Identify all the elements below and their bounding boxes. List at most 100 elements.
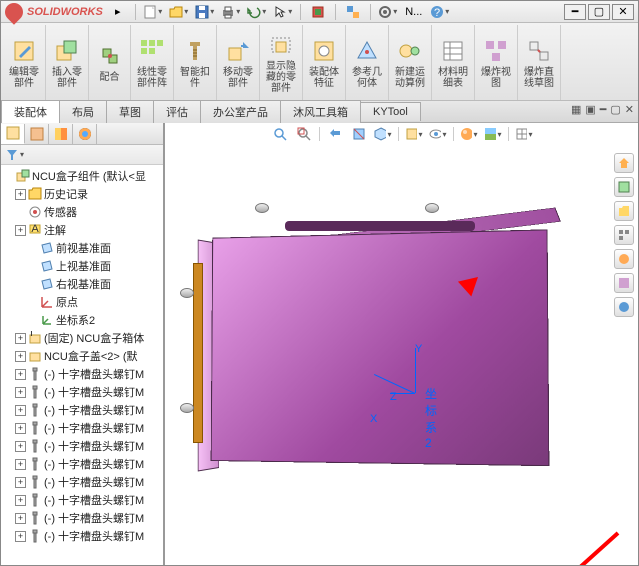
filter-funnel-icon[interactable] — [5, 148, 19, 162]
select-icon[interactable]: ▾ — [272, 3, 294, 21]
fp-tab-config[interactable] — [49, 124, 73, 144]
tab-sketch[interactable]: 草图 — [106, 100, 154, 123]
help-icon[interactable]: ?▾ — [429, 3, 451, 21]
rail-library-icon[interactable] — [614, 177, 634, 197]
tab-mufeng[interactable]: 沐风工具箱 — [280, 100, 361, 123]
doc-minimize-icon[interactable]: ━ — [600, 103, 607, 116]
ribbon-mate[interactable]: 配合 — [89, 25, 131, 100]
expand-icon[interactable]: + — [15, 387, 26, 398]
prev-view-icon[interactable] — [326, 125, 344, 143]
rail-custom-icon[interactable] — [614, 273, 634, 293]
zoom-area-icon[interactable] — [295, 125, 313, 143]
tree-item[interactable]: 传感器 — [1, 203, 163, 221]
section-view-icon[interactable] — [350, 125, 368, 143]
expand-icon[interactable]: + — [15, 405, 26, 416]
expand-icon[interactable]: + — [15, 477, 26, 488]
ribbon-bom[interactable]: 材料明细表 — [432, 25, 475, 100]
expand-icon[interactable]: + — [15, 513, 26, 524]
expand-icon[interactable]: + — [15, 459, 26, 470]
doc-view1-icon[interactable]: ▦ — [571, 103, 581, 116]
ribbon-linear-pattern[interactable]: 线性零部件阵 — [131, 25, 174, 100]
rail-custom2-icon[interactable] — [614, 297, 634, 317]
expand-icon[interactable]: + — [15, 495, 26, 506]
new-file-icon[interactable]: ▾ — [142, 3, 164, 21]
tree-item[interactable]: +(-) 十字槽盘头螺钉M — [1, 437, 163, 455]
settings-icon[interactable]: ▾ — [377, 3, 399, 21]
tree-item[interactable]: +f(固定) NCU盒子箱体 — [1, 329, 163, 347]
tree-item[interactable]: +(-) 十字槽盘头螺钉M — [1, 491, 163, 509]
doc-view2-icon[interactable]: ▣ — [585, 103, 595, 116]
view-settings-icon[interactable]: ▾ — [515, 125, 533, 143]
fp-tab-feature-tree[interactable] — [1, 124, 25, 144]
rail-view-palette-icon[interactable] — [614, 225, 634, 245]
undo-icon[interactable]: ▾ — [246, 3, 268, 21]
tab-office[interactable]: 办公室产品 — [200, 100, 281, 123]
tree-root[interactable]: NCU盒子组件 (默认<显 — [1, 167, 163, 185]
tree-item[interactable]: +(-) 十字槽盘头螺钉M — [1, 455, 163, 473]
display-style-icon[interactable]: ▾ — [405, 125, 423, 143]
tab-layout[interactable]: 布局 — [59, 100, 107, 123]
expand-icon[interactable]: + — [15, 531, 26, 542]
maximize-button[interactable]: ▢ — [588, 4, 610, 20]
ribbon-ref-geometry[interactable]: 参考几何体 — [346, 25, 389, 100]
ribbon-insert-part[interactable]: 插入零部件 — [46, 25, 89, 100]
ribbon-edit-part[interactable]: 编辑零部件 — [3, 25, 46, 100]
ribbon-new-motion[interactable]: 新建运动算例 — [389, 25, 432, 100]
save-icon[interactable]: ▾ — [194, 3, 216, 21]
fp-tab-appearance[interactable] — [73, 124, 97, 144]
rail-home-icon[interactable] — [614, 153, 634, 173]
tree-item[interactable]: +A注解 — [1, 221, 163, 239]
menu-new-text[interactable]: N... — [403, 3, 425, 21]
expand-icon[interactable]: + — [15, 189, 26, 200]
fp-tab-property[interactable] — [25, 124, 49, 144]
expand-icon[interactable]: + — [15, 351, 26, 362]
print-icon[interactable]: ▾ — [220, 3, 242, 21]
ribbon-smart-fastener[interactable]: 智能扣件 — [174, 25, 217, 100]
doc-close-icon[interactable]: ✕ — [625, 103, 634, 116]
ribbon-move-part[interactable]: 移动零部件 — [217, 25, 260, 100]
ribbon-assembly-feature[interactable]: 装配体特征 — [303, 25, 346, 100]
tree-item[interactable]: 右视基准面 — [1, 275, 163, 293]
tab-kytool[interactable]: KYTool — [360, 102, 421, 121]
tree-item[interactable]: 坐标系2 — [1, 311, 163, 329]
rail-explorer-icon[interactable] — [614, 201, 634, 221]
expand-icon[interactable]: + — [15, 423, 26, 434]
ribbon-show-hidden[interactable]: 显示隐藏的零部件 — [260, 25, 303, 100]
expand-icon[interactable]: + — [15, 369, 26, 380]
rebuild-icon[interactable] — [307, 3, 329, 21]
rail-appearance-icon[interactable] — [614, 249, 634, 269]
tree-item[interactable]: +NCU盒子盖<2> (默 — [1, 347, 163, 365]
tree-item[interactable]: +(-) 十字槽盘头螺钉M — [1, 473, 163, 491]
tree-item[interactable]: +(-) 十字槽盘头螺钉M — [1, 383, 163, 401]
hide-show-icon[interactable]: ▾ — [429, 125, 447, 143]
feature-tree[interactable]: NCU盒子组件 (默认<显 +历史记录传感器+A注解前视基准面上视基准面右视基准… — [1, 165, 163, 565]
tab-evaluate[interactable]: 评估 — [153, 100, 201, 123]
tree-item[interactable]: +(-) 十字槽盘头螺钉M — [1, 401, 163, 419]
view-orient-icon[interactable]: ▾ — [374, 125, 392, 143]
minimize-button[interactable]: ━ — [564, 4, 586, 20]
tree-item[interactable]: +(-) 十字槽盘头螺钉M — [1, 527, 163, 545]
tree-item[interactable]: +(-) 十字槽盘头螺钉M — [1, 509, 163, 527]
expand-icon[interactable]: + — [15, 333, 26, 344]
menubar-dropdown-icon[interactable]: ▸ — [107, 3, 129, 21]
expand-icon[interactable]: + — [15, 441, 26, 452]
appearance-icon[interactable]: ▾ — [460, 125, 478, 143]
close-button[interactable]: ✕ — [612, 4, 634, 20]
ribbon-exploded-line[interactable]: 爆炸直线草图 — [518, 25, 561, 100]
ribbon-exploded-view[interactable]: 爆炸视图 — [475, 25, 518, 100]
expand-icon[interactable]: + — [15, 225, 26, 236]
options-icon[interactable] — [342, 3, 364, 21]
tree-item[interactable]: +历史记录 — [1, 185, 163, 203]
open-file-icon[interactable]: ▾ — [168, 3, 190, 21]
tree-item[interactable]: +(-) 十字槽盘头螺钉M — [1, 419, 163, 437]
filter-dropdown-icon[interactable]: ▾ — [20, 150, 24, 159]
tree-item[interactable]: 上视基准面 — [1, 257, 163, 275]
tree-item[interactable]: 前视基准面 — [1, 239, 163, 257]
zoom-fit-icon[interactable] — [271, 125, 289, 143]
graphics-viewport[interactable]: ▾ ▾ ▾ ▾ ▾ ▾ Y X Z — [165, 123, 638, 565]
tree-item[interactable]: 原点 — [1, 293, 163, 311]
tab-assembly[interactable]: 装配体 — [1, 100, 60, 123]
tree-item[interactable]: +(-) 十字槽盘头螺钉M — [1, 365, 163, 383]
scene-icon[interactable]: ▾ — [484, 125, 502, 143]
doc-maximize-icon[interactable]: ▢ — [610, 103, 620, 116]
